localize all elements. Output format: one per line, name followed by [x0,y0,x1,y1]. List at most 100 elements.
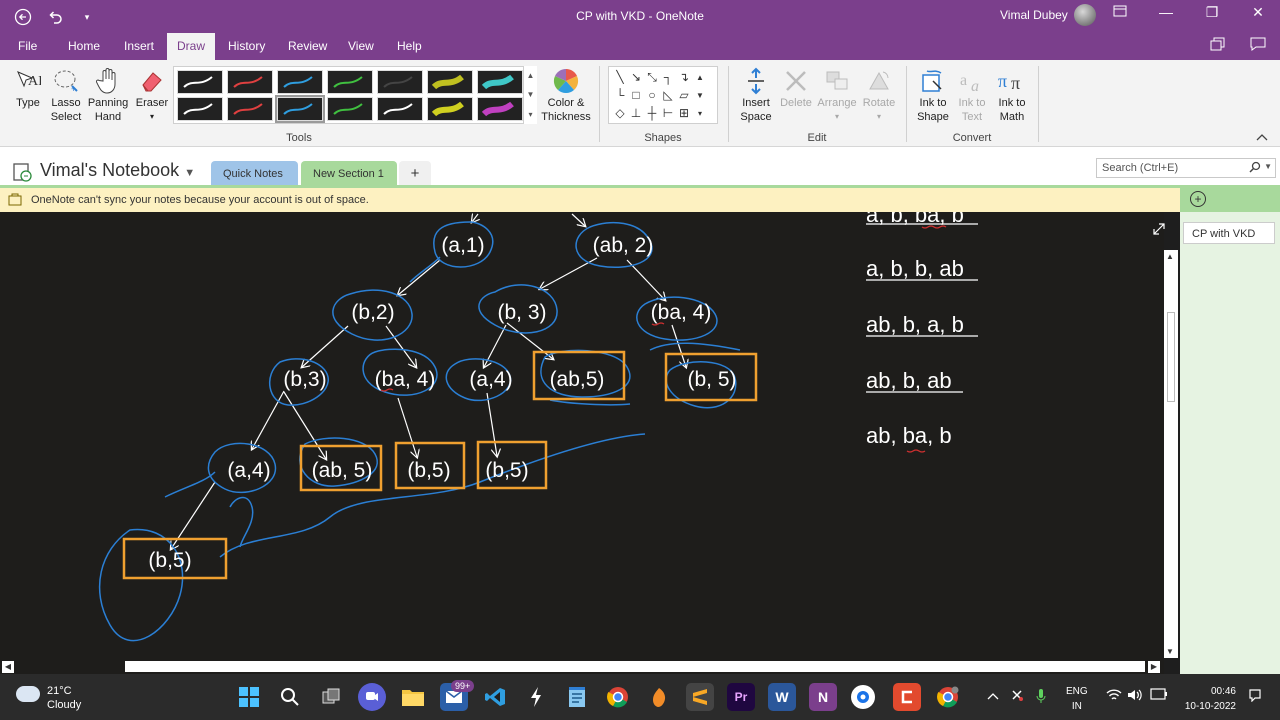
menu-file[interactable]: File [18,39,37,53]
delete-button[interactable]: Delete [778,66,814,110]
usb-tray-icon[interactable] [1010,688,1024,705]
notifications-icon[interactable] [1248,688,1262,705]
language-indicator[interactable]: ENG IN [1066,684,1088,714]
chrome-icon[interactable] [604,683,632,711]
weather-widget[interactable]: 21°C Cloudy [47,684,81,712]
rotate-button[interactable]: Rotate ▾ [860,66,898,124]
menu-home[interactable]: Home [68,39,100,53]
pen-4[interactable] [327,70,373,94]
search-icon[interactable] [1249,161,1261,176]
scroll-left-icon[interactable]: ◀ [2,661,14,673]
eraser-button[interactable]: Eraser ▾ [134,66,170,124]
premiere-pro-icon[interactable]: Pr [727,683,755,711]
horizontal-scrollbar[interactable]: ◀ ▶ [0,660,1164,674]
elbow-shape-icon[interactable]: ┐ [660,68,676,86]
grid-shape-icon[interactable]: ⊞ [676,104,692,122]
pen-11[interactable] [327,97,373,121]
ink-to-text-button[interactable]: aa Ink to Text [953,66,991,124]
volume-icon[interactable] [1127,688,1143,705]
axes-shape-icon[interactable]: ┼ [644,104,660,122]
tab-new-section-1[interactable]: New Section 1 [301,161,397,185]
axes3-shape-icon[interactable]: ⊢ [660,104,676,122]
user-name[interactable]: Vimal Dubey [1000,8,1068,22]
menu-insert[interactable]: Insert [124,39,154,53]
eraser-dropdown-icon[interactable]: ▾ [134,110,170,124]
parallelogram-shape-icon[interactable]: ▱ [676,86,692,104]
circle-shape-icon[interactable]: ○ [644,86,660,104]
color-thickness-button[interactable]: Color & Thickness [540,66,592,124]
triangle-shape-icon[interactable]: ◺ [660,86,676,104]
file-explorer-icon[interactable] [399,683,427,711]
tab-quick-notes[interactable]: Quick Notes [211,161,298,185]
collapse-ribbon-icon[interactable] [1256,130,1268,144]
pen-5[interactable] [377,70,423,94]
menu-view[interactable]: View [348,39,374,53]
menu-draw[interactable]: Draw [167,33,216,60]
notebook-sync-icon[interactable] [11,161,33,183]
pen-9[interactable] [227,97,273,121]
full-page-view-icon[interactable] [1152,222,1166,239]
rotate-dropdown-icon[interactable]: ▾ [860,110,898,124]
graph-shape-icon[interactable]: ⊥ [628,104,644,122]
menu-review[interactable]: Review [288,39,327,53]
add-section-button[interactable]: + [399,161,431,185]
wifi-icon[interactable] [1106,688,1122,705]
arrange-button[interactable]: Arrange ▾ [815,66,859,124]
search-taskbar-icon[interactable] [276,683,304,711]
notebook-dropdown-icon[interactable]: ▼ [184,167,195,179]
avatar[interactable] [1074,4,1096,26]
line-shape-icon[interactable]: ╲ [612,68,628,86]
scroll-up-icon[interactable]: ▲ [692,68,708,86]
pen-6[interactable] [427,70,473,94]
windows-start-icon[interactable] [235,683,263,711]
comments-icon[interactable] [1250,37,1266,55]
minimize-icon[interactable]: — [1154,4,1178,21]
rectangle-shape-icon[interactable]: □ [628,86,644,104]
pen-10-selected[interactable] [275,95,325,123]
vscode-icon[interactable] [481,683,509,711]
red-app-icon[interactable] [893,683,921,711]
pen-14[interactable] [477,97,523,121]
ink-to-math-button[interactable]: ππ Ink to Math [992,66,1032,124]
menu-help[interactable]: Help [397,39,422,53]
microphone-icon[interactable] [1036,688,1046,707]
scroll-right-icon[interactable]: ▶ [1148,661,1160,673]
maximize-icon[interactable]: ❐ [1200,4,1224,21]
pen-gallery-scroll[interactable]: ▲ ▼ ▾ [523,66,537,124]
system-clock[interactable]: 00:46 10-10-2022 [1180,684,1236,714]
type-button[interactable]: AI Type [10,66,46,110]
task-view-icon[interactable] [317,683,345,711]
battery-icon[interactable] [1150,688,1168,703]
scroll-down-icon[interactable]: ▼ [692,86,708,104]
notebook-name[interactable]: Vimal's Notebook ▼ [40,160,195,181]
search-input[interactable]: Search (Ctrl+E) ▼ [1096,158,1276,178]
pen-8[interactable] [177,97,223,121]
pen-3[interactable] [277,70,323,94]
notepad-icon[interactable] [563,683,591,711]
scroll-up-icon[interactable]: ▲ [1166,252,1174,261]
tray-chevron-up-icon[interactable] [987,688,999,703]
chrome-profile-icon[interactable] [934,683,962,711]
page-item-cp-with-vkd[interactable]: CP with VKD [1183,222,1275,244]
lightning-app-icon[interactable] [522,683,550,711]
diamond-shape-icon[interactable]: ◇ [612,104,628,122]
elbow-arrow-shape-icon[interactable]: ↴ [676,68,692,86]
horizontal-scroll-thumb[interactable] [125,661,1145,672]
teams-chat-icon[interactable] [358,683,386,711]
add-page-button[interactable]: + [1180,188,1280,212]
arrange-dropdown-icon[interactable]: ▾ [815,110,859,124]
insert-space-button[interactable]: Insert Space [735,66,777,124]
onenote-panes-icon[interactable] [1210,37,1226,55]
chat-app-icon[interactable] [851,685,875,709]
ribbon-display-icon[interactable] [1108,4,1132,21]
note-canvas[interactable]: (a,1) (ab, 2) (b,2) (b, 3) (ba, 4) (b,3)… [0,212,1164,660]
sublime-text-icon[interactable] [686,683,714,711]
panning-hand-button[interactable]: Panning Hand [87,66,129,124]
cloud-icon[interactable] [16,686,40,702]
menu-history[interactable]: History [228,39,265,53]
ink-to-shape-button[interactable]: Ink to Shape [913,66,953,124]
pen-7[interactable] [477,70,523,94]
lasso-select-button[interactable]: + Lasso Select [46,66,86,124]
close-icon[interactable]: ✕ [1246,4,1270,21]
scroll-down-icon[interactable]: ▼ [1166,647,1174,656]
